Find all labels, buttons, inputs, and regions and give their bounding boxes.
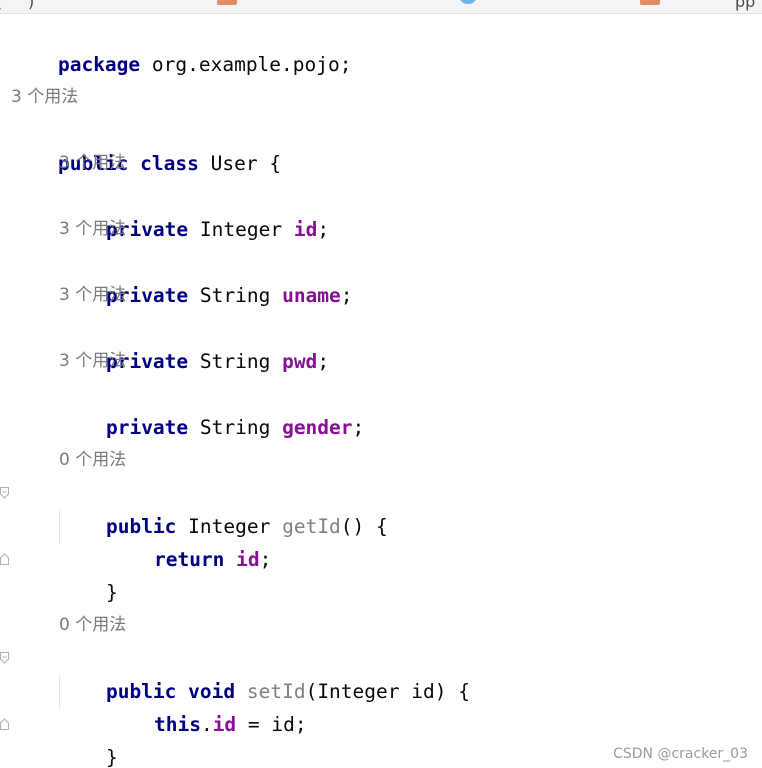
fold-end-icon[interactable] — [0, 718, 9, 730]
tab-fragment[interactable]: ( — [0, 0, 2, 11]
code-line-setid-close[interactable]: } — [59, 708, 762, 768]
code-line-field-gender[interactable]: private String gender; — [59, 378, 762, 439]
usage-hint[interactable]: 3 个用法 — [59, 279, 126, 312]
package-name: org.example.pojo; — [140, 53, 352, 76]
tab-fragment[interactable]: pp — [735, 0, 755, 11]
code-line-getid-close[interactable]: } — [59, 543, 762, 604]
code-line-return[interactable]: return id; — [107, 510, 762, 571]
code-line-getid-decl[interactable]: public Integer getId() { — [59, 477, 762, 538]
field-name: id — [293, 218, 318, 241]
code-line-assign[interactable]: this.id = id; — [107, 675, 762, 736]
closing-brace: } — [105, 746, 118, 768]
java-file-icon — [217, 0, 237, 5]
type-name: String — [188, 284, 283, 307]
tab-fragment[interactable]: ) — [28, 0, 34, 11]
editor-tab-strip[interactable]: ( ) pp — [0, 0, 762, 14]
semicolon: ; — [352, 416, 365, 439]
fold-collapse-icon[interactable] — [0, 652, 9, 664]
type-name: String — [188, 350, 283, 373]
java-file-icon — [640, 0, 660, 5]
keyword-class: class — [128, 152, 199, 175]
code-line-package[interactable]: package org.example.pojo; — [11, 15, 762, 76]
semicolon: ; — [317, 218, 330, 241]
type-name: Integer — [188, 218, 294, 241]
field-name: pwd — [282, 350, 318, 373]
fold-collapse-icon[interactable] — [0, 487, 9, 499]
indent-guide — [59, 675, 60, 708]
code-line-field-id[interactable]: private Integer id; — [59, 180, 762, 241]
usage-hint[interactable]: 0 个用法 — [59, 609, 126, 642]
usage-hint[interactable]: 0 个用法 — [59, 444, 126, 477]
semicolon: ; — [340, 284, 353, 307]
fold-end-icon[interactable] — [0, 553, 9, 565]
usage-hint[interactable]: 3 个用法 — [59, 213, 126, 246]
semicolon: ; — [317, 350, 330, 373]
field-name: gender — [282, 416, 353, 439]
type-name: String — [188, 416, 283, 439]
watermark: CSDN @cracker_03 — [613, 746, 748, 762]
code-line-field-pwd[interactable]: private String pwd; — [59, 312, 762, 373]
usage-hint[interactable]: 3 个用法 — [11, 81, 78, 114]
class-file-icon — [460, 0, 476, 4]
code-line-field-uname[interactable]: private String uname; — [59, 246, 762, 307]
field-name: uname — [282, 284, 341, 307]
usage-hint[interactable]: 3 个用法 — [59, 147, 126, 180]
code-line-setid-decl[interactable]: public void setId(Integer id) { — [59, 642, 762, 703]
class-name: User { — [198, 152, 282, 175]
closing-brace: } — [105, 581, 118, 604]
usage-hint[interactable]: 3 个用法 — [59, 345, 126, 378]
keyword-package: package — [57, 53, 141, 76]
indent-guide — [59, 510, 60, 543]
code-line-class-decl[interactable]: public class User { — [11, 114, 762, 175]
keyword-private: private — [105, 416, 189, 439]
code-editor[interactable]: package org.example.pojo; 3 个用法 public c… — [0, 14, 762, 768]
